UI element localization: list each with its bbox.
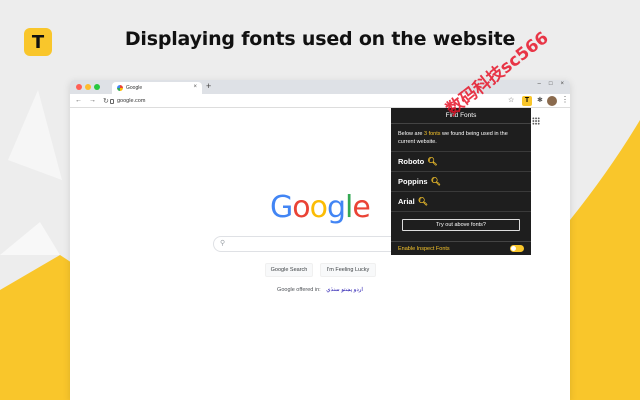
google-logo-letter: o	[309, 190, 328, 225]
google-apps-icon[interactable]	[532, 117, 540, 125]
language-links[interactable]: اردو پښتو سنڌي	[326, 287, 363, 293]
google-logo-letter: g	[326, 190, 346, 225]
try-fonts-button[interactable]: Try out above fonts?	[402, 219, 520, 231]
extensions-puzzle-icon[interactable]: ✱	[537, 96, 543, 104]
toggle-knob	[511, 246, 516, 251]
google-favicon-icon	[117, 85, 123, 91]
inspect-search-icon[interactable]: 🔍︎	[427, 157, 437, 166]
font-item-arial[interactable]: Arial 🔍︎	[391, 192, 531, 212]
close-icon[interactable]: ×	[560, 81, 564, 87]
desc-before: Below are	[398, 131, 424, 137]
bookmark-star-icon[interactable]: ☆	[508, 96, 514, 104]
minimize-icon[interactable]: –	[538, 81, 541, 87]
search-icon: ⚲	[220, 240, 226, 247]
maximize-icon[interactable]: □	[549, 81, 553, 87]
inspect-fonts-row: Enable Inspect Fonts	[391, 241, 531, 255]
window-controls: – □ ×	[538, 81, 564, 87]
font-name: Roboto	[398, 157, 425, 166]
tab-close-icon[interactable]: ×	[193, 84, 197, 90]
browser-tab[interactable]: Google ×	[112, 82, 202, 94]
find-fonts-popup: Find Fonts Below are 3 fonts we found be…	[391, 108, 531, 255]
lock-icon	[110, 98, 114, 104]
font-item-poppins[interactable]: Poppins 🔍︎	[391, 172, 531, 192]
font-item-roboto[interactable]: Roboto 🔍︎	[391, 152, 531, 172]
google-search-button[interactable]: Google Search	[265, 263, 313, 277]
close-window-dot[interactable]	[76, 84, 82, 90]
inspect-search-icon[interactable]: 🔍︎	[418, 197, 428, 206]
google-logo-letter: o	[292, 190, 310, 225]
google-logo: Google	[270, 190, 371, 225]
profile-avatar[interactable]	[547, 96, 557, 106]
zoom-window-dot[interactable]	[94, 84, 100, 90]
reload-button[interactable]: ↻	[103, 97, 109, 105]
offered-in-label: Google offered in:	[277, 287, 321, 293]
back-button[interactable]: ←	[75, 97, 82, 104]
language-offer: Google offered in: اردو پښتو سنڌي	[70, 287, 570, 293]
feeling-lucky-button[interactable]: I'm Feeling Lucky	[320, 263, 376, 277]
popup-description: Below are 3 fonts we found being used in…	[391, 124, 531, 152]
font-count: 3 fonts	[424, 131, 441, 137]
minimize-window-dot[interactable]	[85, 84, 91, 90]
url-text: google.com	[117, 98, 146, 104]
google-logo-letter: e	[352, 190, 370, 225]
font-name: Arial	[398, 197, 415, 206]
google-logo-letter: G	[270, 190, 293, 225]
tab-title: Google	[126, 85, 143, 91]
inspect-fonts-label: Enable Inspect Fonts	[398, 245, 450, 252]
new-tab-button[interactable]: +	[206, 81, 211, 91]
inspect-fonts-toggle[interactable]	[510, 245, 524, 252]
extension-t-icon[interactable]: T	[522, 96, 532, 106]
inspect-search-icon[interactable]: 🔍︎	[431, 177, 441, 186]
browser-menu-icon[interactable]: ⋮	[561, 95, 569, 104]
font-name: Poppins	[398, 177, 428, 186]
browser-toolbar: ← → ↻ google.com ☆ T ✱ ⋮	[70, 94, 570, 108]
forward-button[interactable]: →	[89, 97, 96, 104]
